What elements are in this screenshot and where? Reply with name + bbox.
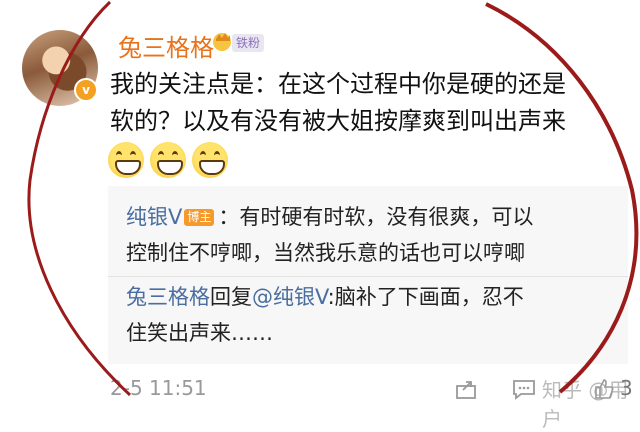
reply-thread[interactable]: 纯银V 博主 ：有时硬有时软，没有很爽，可以 控制住不哼唧，当然我乐意的话也可以哼唧…	[108, 186, 628, 364]
reply-author-link[interactable]: 兔三格格	[126, 285, 210, 309]
reply-author-link[interactable]: 纯银V	[126, 205, 182, 229]
comment-icon[interactable]	[512, 378, 536, 400]
comment-text-line: 我的关注点是：在这个过程中你是硬的还是	[110, 70, 566, 98]
grin-emoji-icon	[192, 142, 228, 178]
like-count: 3	[620, 376, 633, 400]
timestamp: 2-5 11:51	[110, 376, 207, 400]
blogger-badge: 博主	[184, 209, 215, 226]
grin-emoji-icon	[150, 142, 186, 178]
reply-text: :脑补了下画面，忍不	[327, 285, 524, 309]
reply-divider	[108, 276, 628, 277]
reply-word: 回复	[210, 285, 252, 309]
like-icon[interactable]	[594, 378, 614, 400]
comment-text-line: 软的？以及有没有被大姐按摩爽到叫出声来	[110, 107, 566, 135]
fan-badge: 铁粉	[232, 34, 265, 52]
reply-text: 住笑出声来……	[126, 321, 273, 345]
emoji-row	[108, 142, 228, 178]
reply-text: 控制住不哼唧，当然我乐意的话也可以哼唧	[126, 241, 525, 265]
mention-link[interactable]: @纯银V	[252, 285, 328, 309]
reply-line: 兔三格格回复@纯银V:脑补了下画面，忍不	[126, 280, 524, 314]
reply-line: 纯银V 博主 ：有时硬有时软，没有很爽，可以	[126, 200, 533, 234]
comment-username[interactable]: 兔三格格	[118, 28, 214, 63]
reply-line: 住笑出声来……	[126, 316, 273, 350]
reply-text: ：有时硬有时软，没有很爽，可以	[218, 205, 534, 229]
verified-badge-icon: v	[74, 78, 98, 102]
share-icon[interactable]	[455, 378, 477, 400]
grin-emoji-icon	[108, 142, 144, 178]
reply-line: 控制住不哼唧，当然我乐意的话也可以哼唧	[126, 236, 525, 270]
comment-text: 我的关注点是：在这个过程中你是硬的还是 软的？以及有没有被大姐按摩爽到叫出声来	[110, 66, 620, 140]
